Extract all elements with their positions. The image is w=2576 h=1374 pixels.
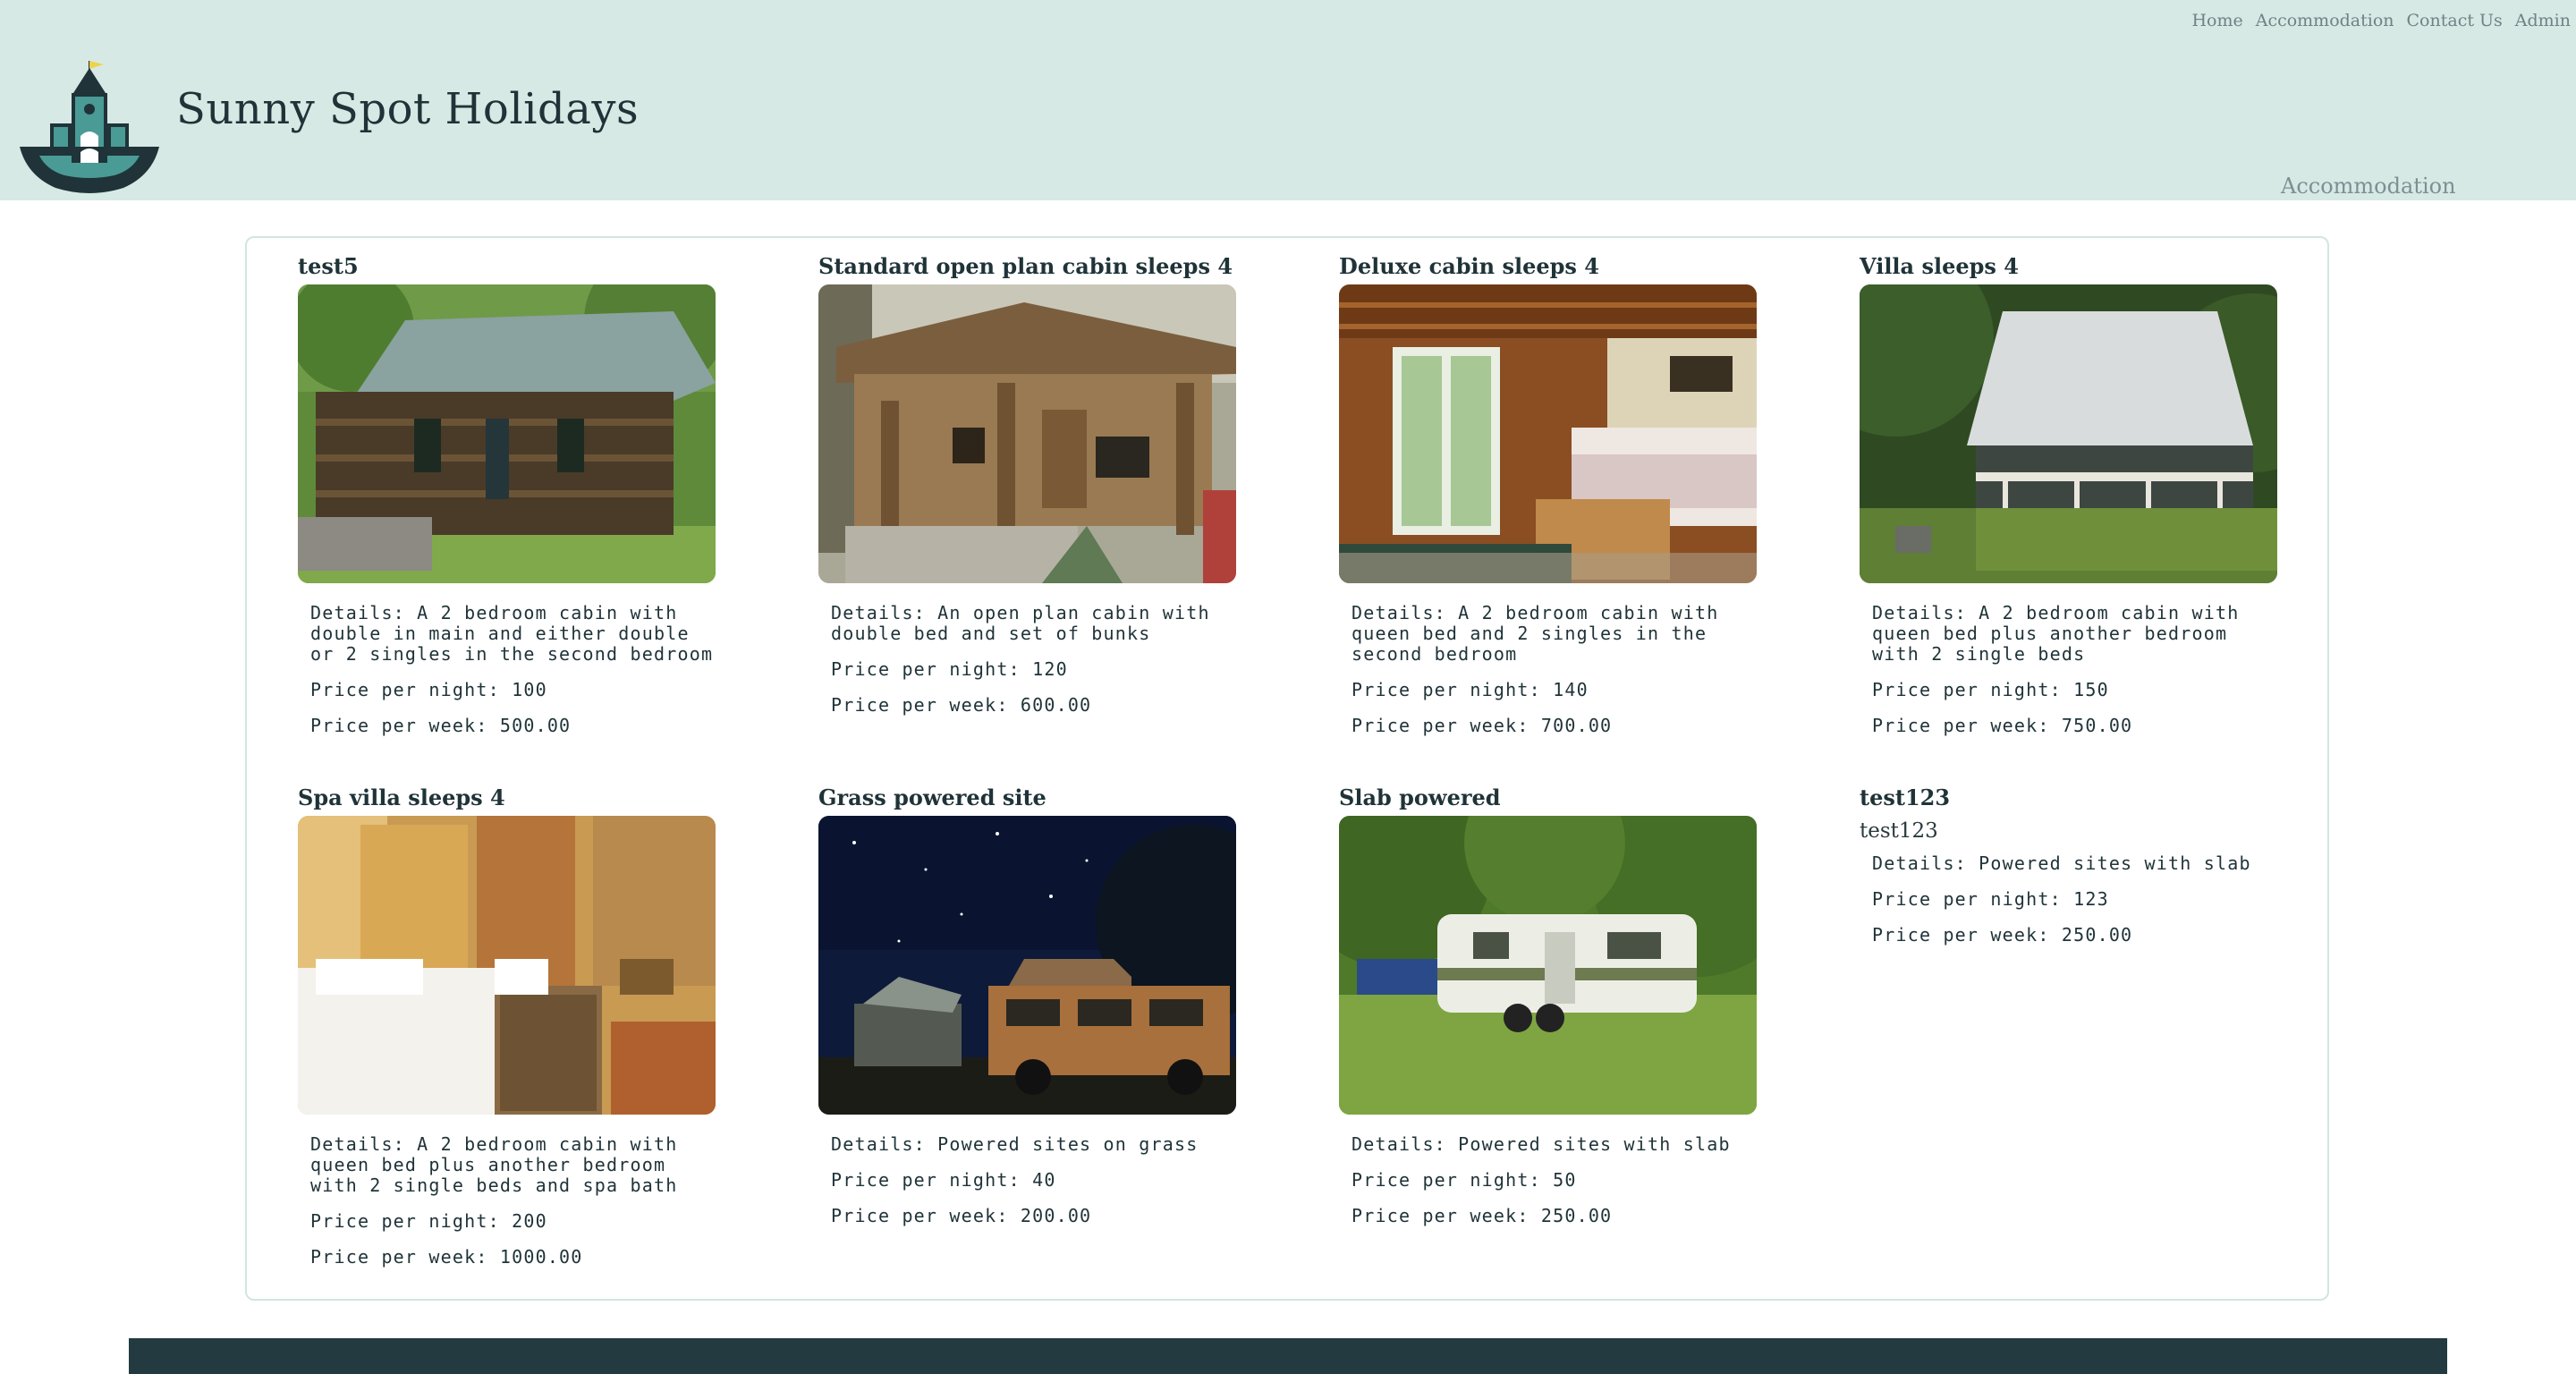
listing-details: Details: A 2 bedroom cabin with queen be… [1872,602,2240,665]
listing-card: test5 Details: A 2 bedroom cabin with do… [298,252,718,736]
listing-title: Spa villa sleeps 4 [298,785,505,810]
villa-photo[interactable] [1860,284,2277,583]
price-per-week: Price per week: 200.00 [831,1205,1092,1226]
price-per-night: Price per night: 123 [1872,888,2109,910]
cabin-bedroom-photo[interactable] [1339,284,1757,583]
site-header: Home Accommodation Contact Us Admin Sunn… [0,0,2576,200]
price-per-night: Price per night: 200 [310,1210,547,1232]
listing-details: Details: An open plan cabin with double … [831,602,1210,644]
listing-card: Deluxe cabin sleeps 4 Details: A 2 bedro… [1339,252,1759,736]
listing-details: Details: A 2 bedroom cabin with queen be… [310,1133,678,1196]
log-cabin-photo[interactable] [298,284,716,583]
listing-card: Slab powered Details: Powered sites with… [1339,784,1759,1226]
listing-details: Details: A 2 bedroom cabin with double i… [310,602,714,665]
listing-title: Grass powered site [818,785,1046,810]
listing-card: test123 test123 Details: Powered sites w… [1860,784,2280,946]
broken-image-alt-text: test123 [1860,819,1938,843]
listing-title: test123 [1860,785,1951,810]
top-navigation: Home Accommodation Contact Us Admin [2191,11,2571,30]
price-per-week: Price per week: 1000.00 [310,1246,583,1268]
site-title[interactable]: Sunny Spot Holidays [176,84,639,134]
price-per-night: Price per night: 100 [310,679,547,700]
nav-admin-link[interactable]: Admin [2515,11,2571,30]
price-per-week: Price per week: 250.00 [1872,924,2133,946]
price-per-night: Price per night: 40 [831,1169,1056,1191]
nav-contact-link[interactable]: Contact Us [2407,11,2503,30]
price-per-night: Price per night: 150 [1872,679,2109,700]
listing-details: Details: A 2 bedroom cabin with queen be… [1352,602,1719,665]
night-campervan-photo[interactable] [818,816,1236,1115]
listing-title: Slab powered [1339,785,1501,810]
listing-title: Standard open plan cabin sleeps 4 [818,253,1233,279]
hotel-room-photo[interactable] [298,816,716,1115]
listing-details: Details: Powered sites on grass [831,1133,1199,1155]
price-per-night: Price per night: 140 [1352,679,1589,700]
caravan-photo[interactable] [1339,816,1757,1115]
listing-card: Villa sleeps 4 Details: A 2 bedroom cabi… [1860,252,2280,736]
listing-card: Spa villa sleeps 4 Details: A 2 bedroom … [298,784,718,1268]
price-per-week: Price per week: 600.00 [831,694,1092,716]
price-per-week: Price per week: 700.00 [1352,715,1613,736]
price-per-week: Price per week: 750.00 [1872,715,2133,736]
price-per-week: Price per week: 250.00 [1352,1205,1613,1226]
listing-details: Details: Powered sites with slab [1352,1133,1731,1155]
listing-title: Villa sleeps 4 [1860,253,2019,279]
site-footer [129,1338,2447,1374]
wooden-cabin-photo[interactable] [818,284,1236,583]
listing-details: Details: Powered sites with slab [1872,852,2251,874]
castle-boat-logo-icon[interactable] [18,59,161,195]
price-per-night: Price per night: 120 [831,658,1068,680]
price-per-week: Price per week: 500.00 [310,715,572,736]
listing-card: Standard open plan cabin sleeps 4 Detail… [818,252,1239,716]
broken-image-placeholder[interactable]: test123 [1860,816,2280,846]
price-per-night: Price per night: 50 [1352,1169,1577,1191]
listing-card: Grass powered site Details: Powered site… [818,784,1239,1226]
listing-title: Deluxe cabin sleeps 4 [1339,253,1599,279]
subnav-accommodation[interactable]: Accommodation [2281,174,2456,199]
nav-home-link[interactable]: Home [2191,11,2242,30]
nav-accommodation-link[interactable]: Accommodation [2256,11,2394,30]
listing-title: test5 [298,253,359,279]
